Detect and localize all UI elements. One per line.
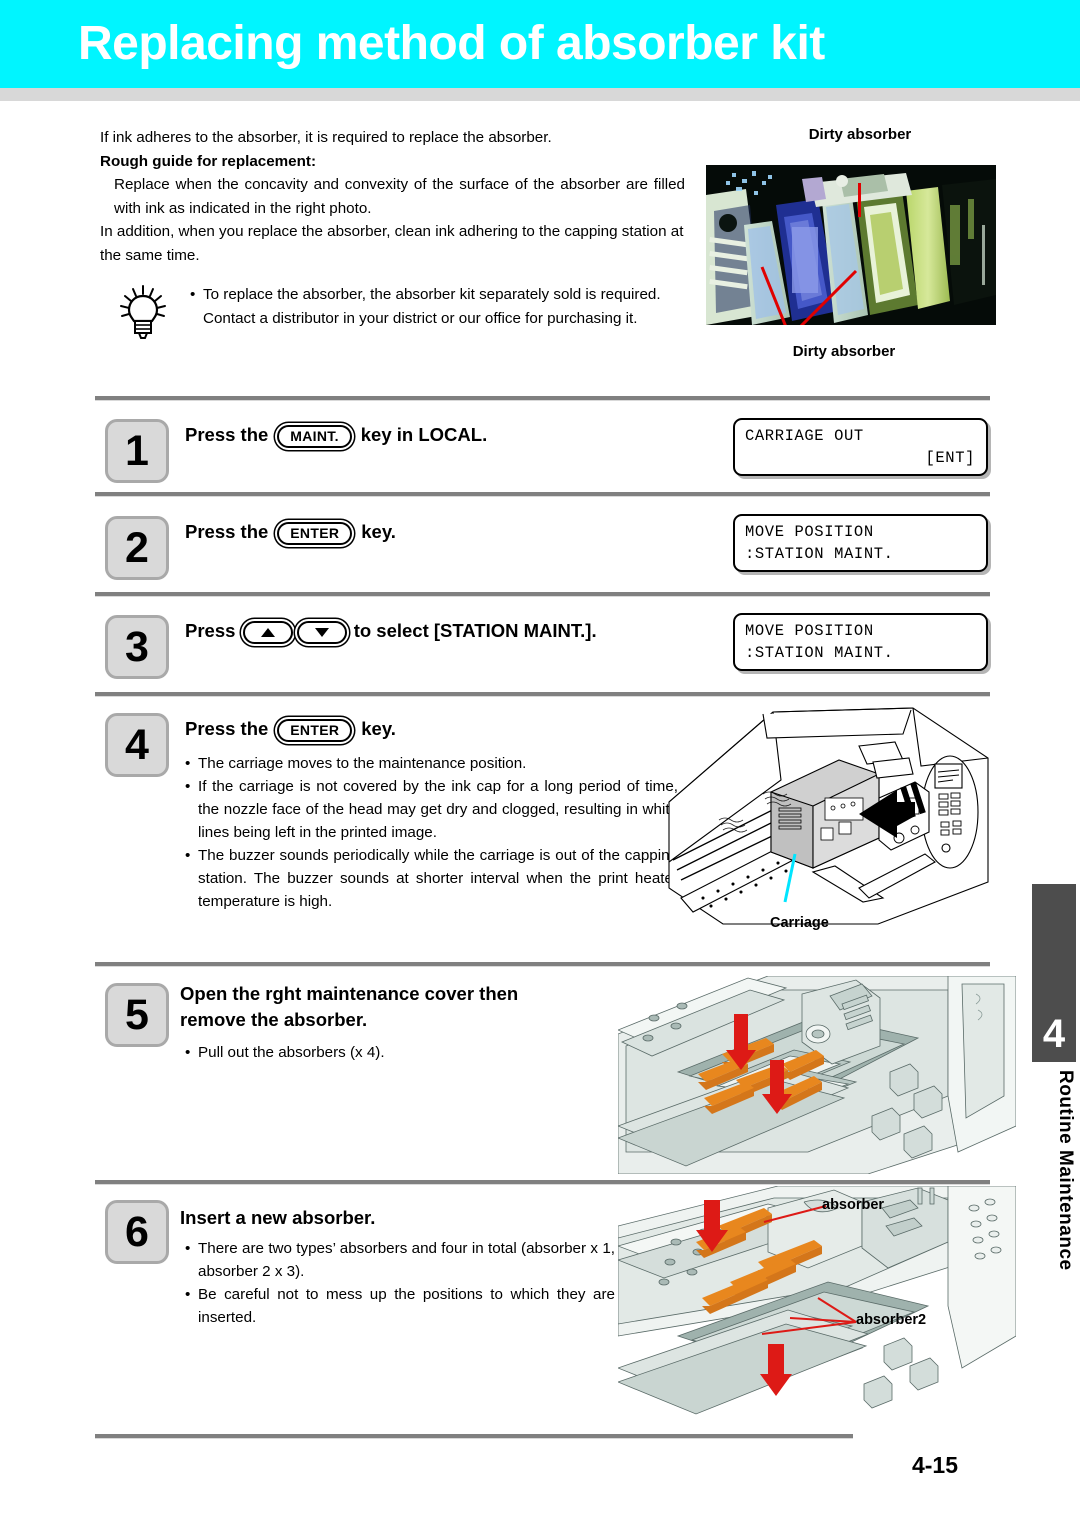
step-1-title-post: key in LOCAL. [360,424,488,445]
lcd-panel-2: MOVE POSITION :STATION MAINT. [733,514,988,572]
list-item: The carriage moves to the maintenance po… [185,752,678,775]
step-number-5: 5 [105,983,169,1047]
enter-key-pill-2[interactable]: ENTER [277,718,353,742]
intro-text-block: If ink adheres to the absorber, it is re… [100,126,685,267]
header-underbar [0,88,1080,101]
chapter-number: 4 [1042,1012,1066,1056]
page-number: 4-15 [911,1452,959,1478]
separator-4 [95,692,990,696]
lcd-3-line-2: :STATION MAINT. [745,644,894,662]
step-title-4: Press the ENTER key. [185,716,396,742]
step-title-2: Press the ENTER key. [185,519,396,545]
separator-6 [95,1180,990,1184]
intro-heading: Rough guide for replacement: [100,152,317,170]
callout-absorber2: absorber2 [856,1312,927,1328]
separator-3 [95,592,990,596]
photo-label-bottom: Dirty absorber [792,343,896,360]
maint-key-pill[interactable]: MAINT. [277,424,352,448]
list-item: Be careful not to mess up the positions … [185,1283,615,1329]
list-item: If the carriage is not covered by the in… [185,775,678,844]
up-arrow-key-pill[interactable] [242,620,293,644]
page-title: Replacing method of absorber kit [78,17,825,70]
intro-indented-paragraph: Replace when the concavity and convexity… [114,176,685,217]
separator-1 [95,396,990,400]
lcd-panel-3: MOVE POSITION :STATION MAINT. [733,613,988,671]
step-number-1: 1 [105,419,169,483]
step-2-title-pre: Press the [185,521,269,542]
photo-label-top: Dirty absorber [808,126,912,143]
down-arrow-icon [314,627,329,637]
chapter-title-vertical: Routine Maintenance [1055,1070,1076,1271]
lcd-2-line-1: MOVE POSITION [745,523,874,541]
down-arrow-key-pill[interactable] [296,620,347,644]
intro-line-2: In addition, when you replace the absorb… [100,223,684,264]
dirty-absorber-photo [706,165,996,325]
list-item: The buzzer sounds periodically while the… [185,844,678,913]
lcd-panel-1: CARRIAGE OUT [ENT] [733,418,988,476]
separator-2 [95,492,990,496]
step-title-5: Open the rght maintenance cover then rem… [180,983,519,1030]
step-number-2: 2 [105,516,169,580]
separator-bottom [95,1434,853,1438]
step-3-title-post: to select [STATION MAINT.]. [353,620,597,641]
step-title-1: Press the MAINT. key in LOCAL. [185,422,487,448]
enter-key-pill[interactable]: ENTER [277,521,353,545]
lcd-1-line-1: CARRIAGE OUT [745,427,864,445]
list-item: There are two types’ absorbers and four … [185,1237,615,1283]
step-6-bullets: There are two types’ absorbers and four … [185,1237,615,1329]
lcd-3-line-1: MOVE POSITION [745,622,874,640]
tip-note: To replace the absorber, the absorber ki… [118,283,688,346]
list-item: Pull out the absorbers (x 4). [185,1041,605,1064]
carriage-illustration [663,702,1000,930]
step-number-4: 4 [105,713,169,777]
dirty-absorber-photo-group: Dirty absorber Dirty absorber [706,126,996,360]
lcd-2-line-2: :STATION MAINT. [745,545,894,563]
intro-line-1: If ink adheres to the absorber, it is re… [100,129,552,146]
page-header-banner: Replacing method of absorber kit [0,0,1080,88]
step-title-3: Press to select [STATION MAINT.]. [185,618,597,644]
callout-absorber: absorber [822,1197,885,1213]
step-4-bullets: The carriage moves to the maintenance po… [185,752,678,913]
up-arrow-icon [260,627,275,637]
step-4-title-post: key. [361,718,396,739]
chapter-tab-block: 4 [1032,884,1076,1062]
absorber-insertion-illustration [618,1186,1016,1420]
step-5-bullets: Pull out the absorbers (x 4). [185,1041,605,1064]
tip-bullet-text: To replace the absorber, the absorber ki… [190,283,688,330]
photo-callout-line-top [858,183,861,217]
lightbulb-icon [118,283,174,346]
step-3-title-pre: Press [185,620,236,641]
step-4-title-pre: Press the [185,718,269,739]
step-2-title-post: key. [361,521,396,542]
step-number-6: 6 [105,1200,169,1264]
tip-body: To replace the absorber, the absorber ki… [174,283,688,330]
step-title-6: Insert a new absorber. [180,1207,376,1228]
callout-carriage: Carriage [770,915,829,931]
step-number-3: 3 [105,615,169,679]
lcd-1-line-2: [ENT] [925,449,975,467]
step-1-title-pre: Press the [185,424,269,445]
absorber-removal-illustration [618,976,1016,1174]
separator-5 [95,962,990,966]
